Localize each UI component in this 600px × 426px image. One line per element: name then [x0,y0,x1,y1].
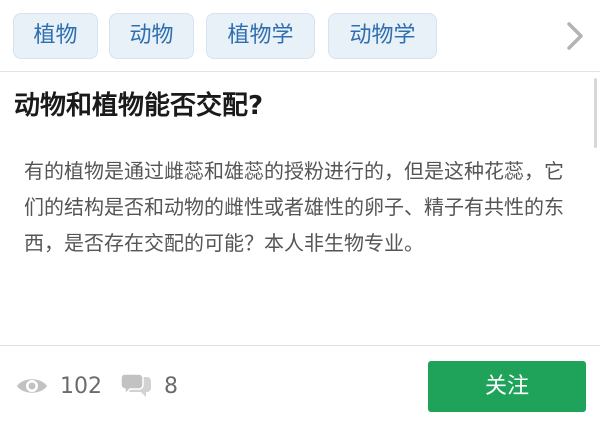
view-count: 102 [16,371,102,401]
chevron-right-icon[interactable] [554,18,584,54]
tag-chip[interactable]: 动物学 [328,13,437,59]
question-description: 有的植物是通过雌蕊和雄蕊的授粉进行的，但是这种花蕊，它们的结构是否和动物的雌性或… [24,159,564,255]
follow-button[interactable]: 关注 [428,361,586,412]
tag-chip[interactable]: 植物学 [206,13,315,59]
view-count-value: 102 [60,373,102,399]
scrollbar[interactable] [594,78,597,148]
tag-chip[interactable]: 植物 [13,13,98,59]
comment-count[interactable]: 8 [120,371,178,401]
eye-icon [17,379,47,393]
question-footer: 102 8 关注 [0,345,600,426]
tag-chip[interactable]: 动物 [109,13,194,59]
comment-bubbles-icon [120,373,151,397]
tag-bar: 植物 动物 植物学 动物学 [0,0,600,72]
question-page: 植物 动物 植物学 动物学 动物和植物能否交配? 有的植物是通过雌蕊和雄蕊的授粉… [0,0,600,426]
question-title: 动物和植物能否交配? [14,91,264,121]
comment-count-value: 8 [164,373,178,399]
